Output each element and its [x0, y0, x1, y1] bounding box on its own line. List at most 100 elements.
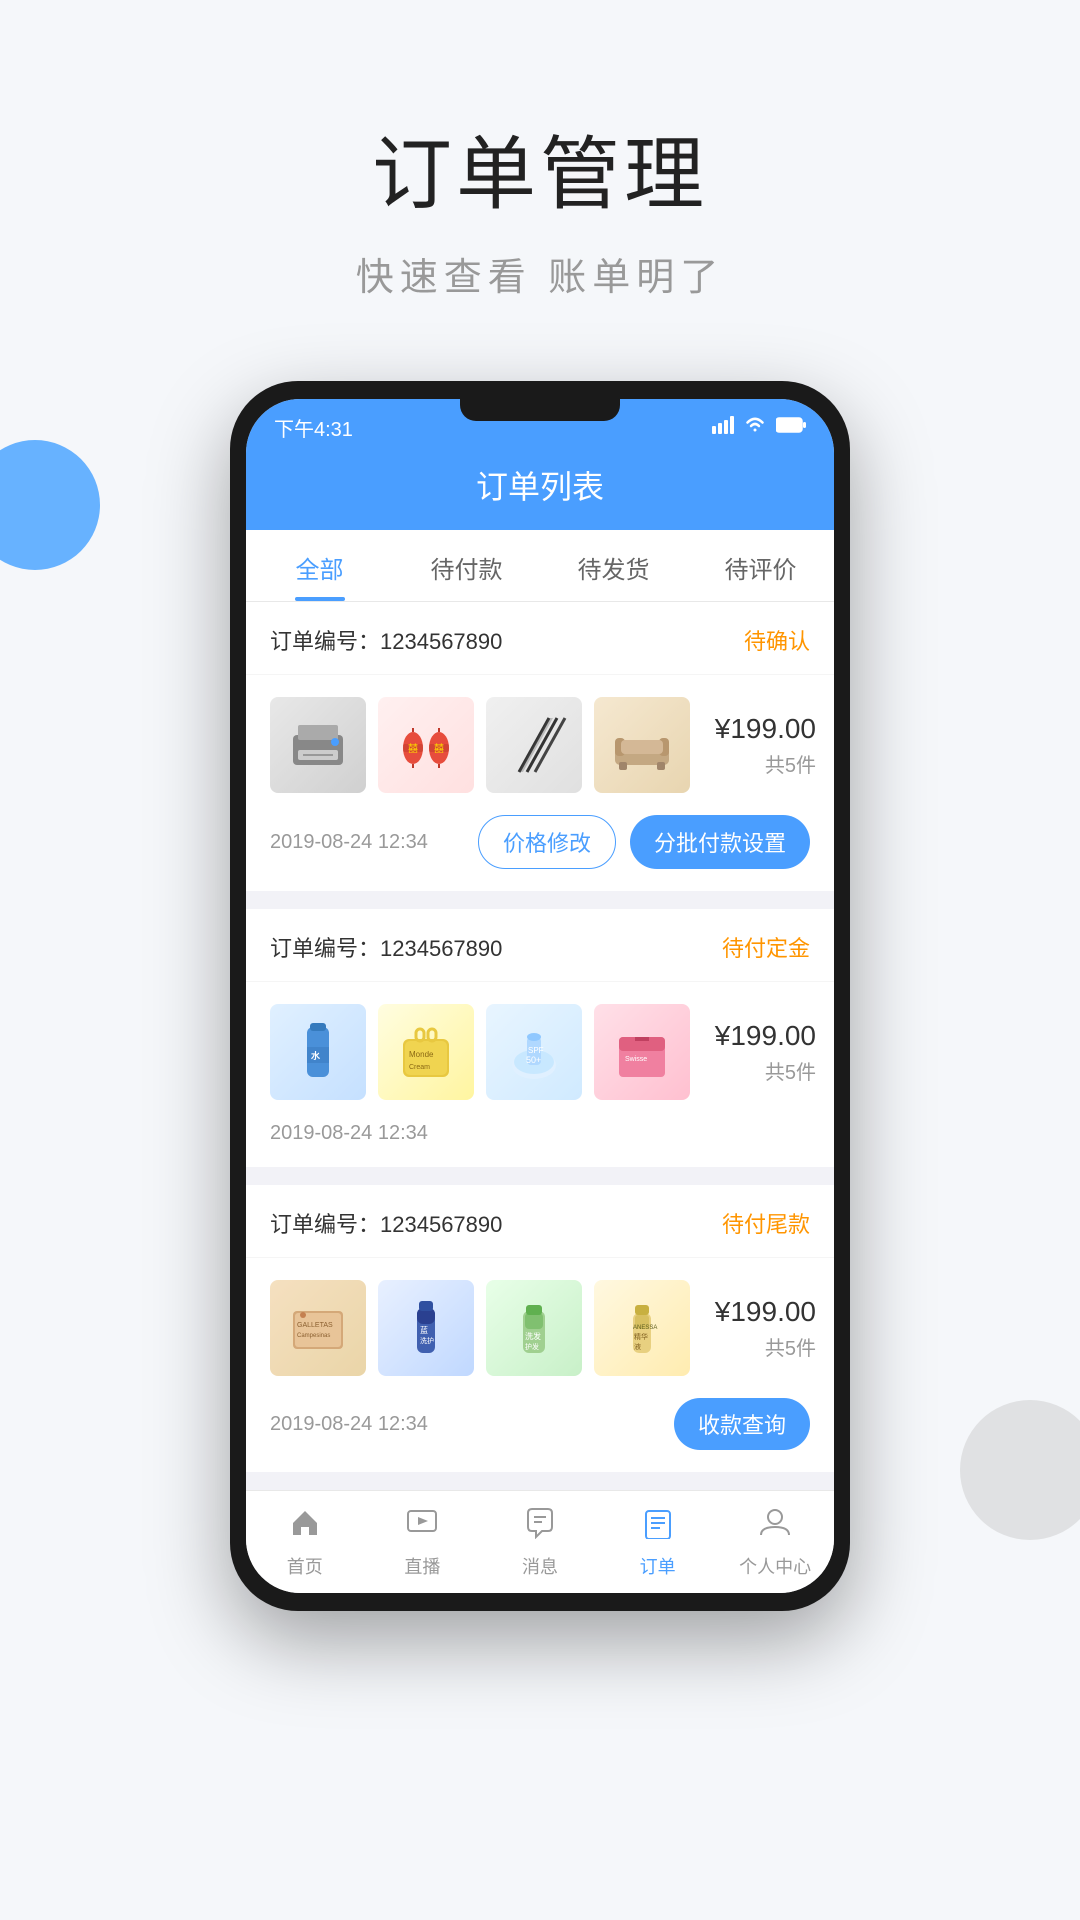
nav-home-label: 首页	[287, 1553, 323, 1579]
order-3-date: 2019-08-24 12:34	[270, 1413, 428, 1436]
bottom-nav: 首页 直播	[246, 1490, 834, 1593]
nav-home[interactable]: 首页	[246, 1491, 364, 1593]
hero-section: 订单管理 快速查看 账单明了	[356, 110, 725, 301]
svg-text:液: 液	[634, 1342, 641, 1351]
order-card-3: 订单编号：1234567890 待付尾款 GALLETAS Camp	[246, 1185, 834, 1472]
order-2-status: 待付定金	[722, 931, 810, 963]
profile-icon	[759, 1507, 791, 1547]
order-3-status: 待付尾款	[722, 1207, 810, 1239]
order-3-product-images: GALLETAS Campesinas 蓝	[270, 1280, 690, 1376]
order-3-number: 订单编号：1234567890	[270, 1207, 502, 1239]
order-2-products: 水 Monde Cream	[246, 982, 834, 1122]
phone-notch	[460, 399, 620, 421]
order-3-actions: 收款查询	[674, 1398, 810, 1450]
product-img-lantern: 囍 囍	[378, 697, 474, 793]
svg-text:精华: 精华	[634, 1332, 648, 1341]
order-3-header: 订单编号：1234567890 待付尾款	[246, 1185, 834, 1258]
order-1-price-count: 共5件	[706, 749, 816, 778]
app-header: 订单列表	[246, 452, 834, 530]
product-img-cookie: GALLETAS Campesinas	[270, 1280, 366, 1376]
live-icon	[406, 1507, 438, 1547]
svg-text:洗发: 洗发	[525, 1331, 541, 1341]
batch-payment-button[interactable]: 分批付款设置	[630, 815, 810, 869]
product-img-bottle: 水	[270, 1004, 366, 1100]
product-img-lotion: 洗发 护发	[486, 1280, 582, 1376]
order-1-price: ¥199.00 共5件	[706, 713, 816, 778]
order-2-price: ¥199.00 共5件	[706, 1020, 816, 1085]
home-icon	[289, 1507, 321, 1547]
svg-text:蓝: 蓝	[420, 1325, 428, 1335]
order-3-price-count: 共5件	[706, 1332, 816, 1361]
hero-subtitle: 快速查看 账单明了	[356, 246, 725, 301]
nav-message-label: 消息	[522, 1553, 558, 1579]
product-img-spray: 蓝 洗护	[378, 1280, 474, 1376]
svg-text:50+: 50+	[526, 1055, 541, 1065]
order-3-footer: 2019-08-24 12:34 收款查询	[246, 1398, 834, 1472]
order-1-date: 2019-08-24 12:34	[270, 831, 428, 854]
svg-text:ANESSA: ANESSA	[633, 1325, 657, 1331]
svg-text:水: 水	[311, 1050, 321, 1061]
order-1-products: 囍 囍	[246, 675, 834, 815]
svg-text:Campesinas: Campesinas	[297, 1333, 330, 1339]
tab-all[interactable]: 全部	[246, 530, 393, 601]
nav-order[interactable]: 订单	[599, 1491, 717, 1593]
order-3-products: GALLETAS Campesinas 蓝	[246, 1258, 834, 1398]
nav-live[interactable]: 直播	[364, 1491, 482, 1593]
tab-pending-review[interactable]: 待评价	[687, 530, 834, 601]
tab-pending-shipment[interactable]: 待发货	[540, 530, 687, 601]
order-2-footer: 2019-08-24 12:34	[246, 1122, 834, 1167]
tab-pending-payment[interactable]: 待付款	[393, 530, 540, 601]
phone-mockup: 下午4:31	[230, 381, 850, 1611]
order-2-price-amount: ¥199.00	[706, 1020, 816, 1052]
svg-text:Cream: Cream	[409, 1064, 430, 1071]
svg-text:Monde: Monde	[409, 1050, 434, 1059]
order-card-2: 订单编号：1234567890 待付定金 水	[246, 909, 834, 1167]
order-card-1: 订单编号：1234567890 待确认	[246, 602, 834, 891]
price-modify-button[interactable]: 价格修改	[478, 815, 616, 869]
order-1-product-images: 囍 囍	[270, 697, 690, 793]
nav-profile-label: 个人中心	[739, 1553, 811, 1579]
svg-text:Swisse: Swisse	[625, 1056, 647, 1063]
svg-text:囍: 囍	[434, 742, 444, 755]
status-icons	[712, 416, 806, 440]
nav-message[interactable]: 消息	[481, 1491, 599, 1593]
product-img-cream: SPF 50+	[486, 1004, 582, 1100]
bg-circle-left	[0, 440, 100, 570]
product-img-sofa	[594, 697, 690, 793]
order-2-product-images: 水 Monde Cream	[270, 1004, 690, 1100]
order-2-price-count: 共5件	[706, 1056, 816, 1085]
phone-body: 下午4:31	[230, 381, 850, 1611]
order-3-price: ¥199.00 共5件	[706, 1296, 816, 1361]
product-img-bag: Monde Cream	[378, 1004, 474, 1100]
order-2-number: 订单编号：1234567890	[270, 931, 502, 963]
message-icon	[524, 1507, 556, 1547]
battery-icon	[776, 416, 806, 439]
wifi-icon	[744, 416, 766, 440]
status-time: 下午4:31	[274, 413, 353, 442]
order-tabs: 全部 待付款 待发货 待评价	[246, 530, 834, 602]
nav-profile[interactable]: 个人中心	[716, 1491, 834, 1593]
hero-title: 订单管理	[356, 110, 725, 226]
svg-text:SPF: SPF	[528, 1046, 544, 1055]
phone-screen: 下午4:31	[246, 399, 834, 1593]
order-1-number: 订单编号：1234567890	[270, 624, 502, 656]
app-header-title: 订单列表	[476, 469, 604, 505]
order-icon	[642, 1507, 674, 1547]
product-img-brush	[486, 697, 582, 793]
nav-order-label: 订单	[640, 1553, 676, 1579]
nav-live-label: 直播	[404, 1553, 440, 1579]
order-1-header: 订单编号：1234567890 待确认	[246, 602, 834, 675]
order-3-price-amount: ¥199.00	[706, 1296, 816, 1328]
order-1-status: 待确认	[744, 624, 810, 656]
signal-icon	[712, 416, 734, 440]
order-1-price-amount: ¥199.00	[706, 713, 816, 745]
order-1-footer: 2019-08-24 12:34 价格修改 分批付款设置	[246, 815, 834, 891]
order-list: 订单编号：1234567890 待确认	[246, 602, 834, 1472]
product-img-box: Swisse	[594, 1004, 690, 1100]
svg-text:囍: 囍	[408, 742, 418, 755]
svg-text:护发: 护发	[525, 1342, 539, 1351]
receipt-query-button[interactable]: 收款查询	[674, 1398, 810, 1450]
bg-circle-right	[960, 1400, 1080, 1540]
order-1-actions: 价格修改 分批付款设置	[478, 815, 810, 869]
product-img-printer	[270, 697, 366, 793]
